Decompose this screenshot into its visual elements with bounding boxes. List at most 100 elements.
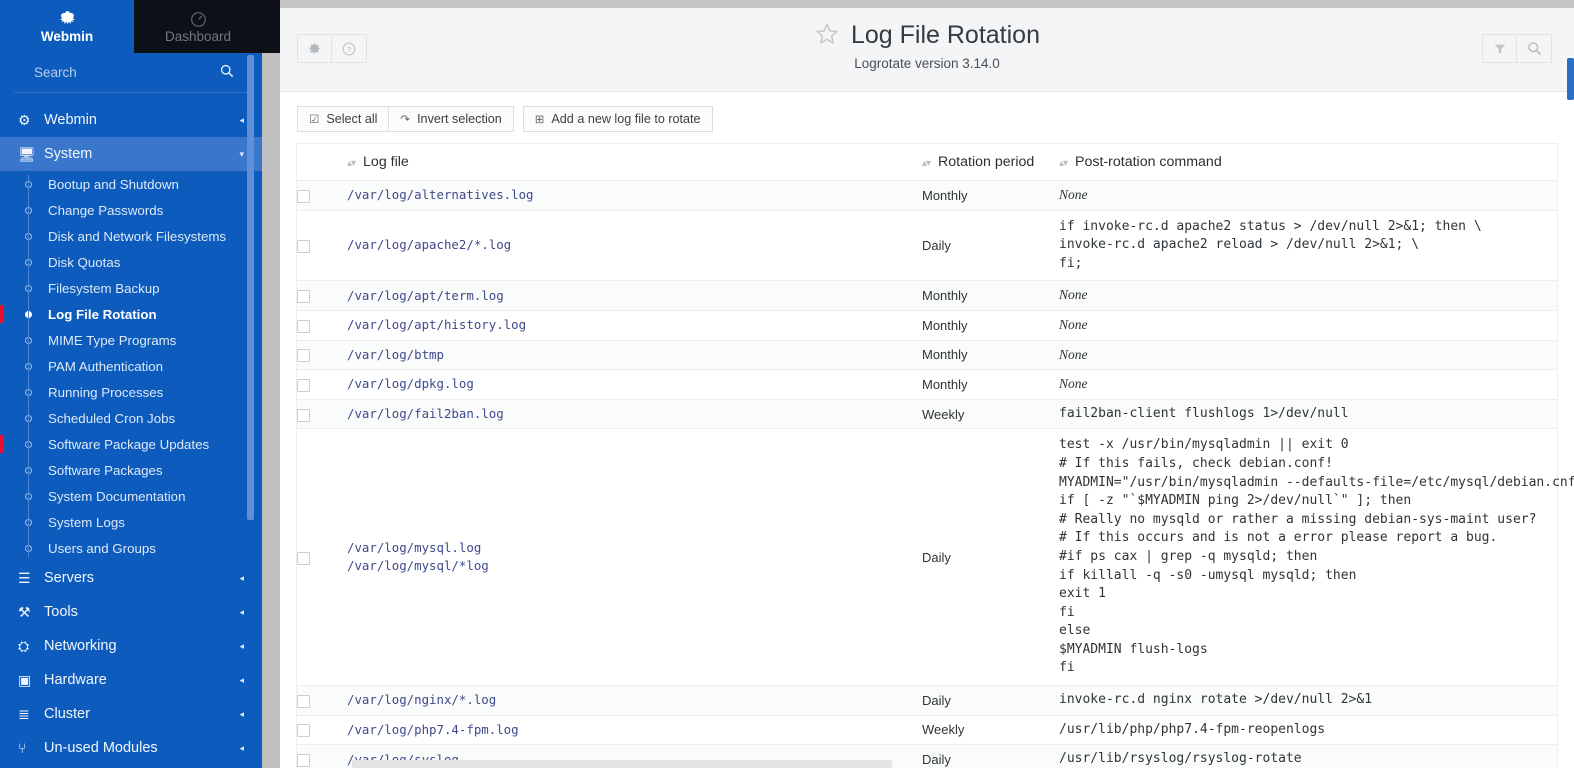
log-file-link[interactable]: /var/log/php7.4-fpm.log bbox=[347, 721, 922, 739]
rotation-period-cell: Monthly bbox=[922, 280, 1059, 311]
search-input[interactable] bbox=[34, 65, 220, 80]
row-checkbox[interactable] bbox=[297, 408, 310, 422]
log-file-link[interactable]: /var/log/btmp bbox=[347, 346, 922, 364]
log-file-link[interactable]: /var/log/dpkg.log bbox=[347, 375, 922, 393]
invert-selection-button[interactable]: ↷ Invert selection bbox=[388, 106, 514, 132]
log-file-link[interactable]: /var/log/fail2ban.log bbox=[347, 405, 922, 423]
sidebar-group-networking[interactable]: ⛭ Networking ◂ bbox=[0, 629, 262, 663]
table-row[interactable]: /var/log/btmp Monthly None bbox=[297, 340, 1557, 371]
sidebar-item-system-documentation[interactable]: System Documentation bbox=[0, 483, 262, 509]
sidebar-item-users-and-groups[interactable]: Users and Groups bbox=[0, 535, 262, 561]
select-all-button[interactable]: ☑ Select all bbox=[297, 106, 390, 132]
column-header-log-file[interactable]: ▴▾ Log file bbox=[347, 144, 922, 181]
log-file-link[interactable]: /var/log/apt/history.log bbox=[347, 316, 922, 334]
chevron-left-icon: ◂ bbox=[239, 606, 244, 617]
sidebar-item-label: Log File Rotation bbox=[48, 306, 157, 322]
row-checkbox[interactable] bbox=[297, 754, 310, 768]
sidebar-scrollbar-thumb[interactable] bbox=[247, 55, 254, 520]
sidebar-item-label: Filesystem Backup bbox=[48, 280, 160, 296]
speedometer-icon bbox=[190, 11, 207, 28]
log-file-link[interactable]: /var/log/apt/term.log bbox=[347, 287, 922, 305]
sidebar-item-marker bbox=[0, 305, 4, 323]
row-checkbox[interactable] bbox=[297, 349, 310, 363]
sidebar-item-label: Disk Quotas bbox=[48, 254, 121, 270]
row-checkbox[interactable] bbox=[297, 551, 310, 565]
row-checkbox[interactable] bbox=[297, 290, 310, 304]
select-all-label: Select all bbox=[326, 112, 378, 126]
filter-button[interactable] bbox=[1482, 34, 1517, 63]
sidebar-item-filesystem-backup[interactable]: Filesystem Backup bbox=[0, 275, 262, 301]
log-file-link[interactable]: /var/log/apache2/*.log bbox=[347, 236, 922, 254]
rotation-period-cell: Weekly bbox=[922, 715, 1059, 746]
sidebar-item-log-file-rotation[interactable]: Log File Rotation bbox=[0, 301, 262, 327]
sidebar-item-label: Running Processes bbox=[48, 384, 164, 400]
table-row[interactable]: /var/log/fail2ban.log Weekly fail2ban-clie… bbox=[297, 399, 1557, 430]
column-header-log-file-label: Log file bbox=[363, 154, 409, 170]
search-icon[interactable] bbox=[220, 64, 234, 81]
sidebar-item-mime-type-programs[interactable]: MIME Type Programs bbox=[0, 327, 262, 353]
sidebar-group-system[interactable]: 🖥 System ▾ bbox=[0, 137, 262, 171]
sidebar-item-disk-and-network-filesystems[interactable]: Disk and Network Filesystems bbox=[0, 223, 262, 249]
table-row[interactable]: /var/log/mysql.log/var/log/mysql/*log Dai… bbox=[297, 428, 1574, 687]
row-checkbox[interactable] bbox=[297, 189, 310, 203]
table-row[interactable]: /var/log/nginx/*.log Daily invoke-rc.d ngi… bbox=[297, 685, 1557, 716]
sidebar-item-software-packages[interactable]: Software Packages bbox=[0, 457, 262, 483]
sidebar-group-tools[interactable]: ⚒ Tools ◂ bbox=[0, 595, 262, 629]
main-horizontal-scrollbar-thumb[interactable] bbox=[352, 760, 892, 768]
table-row[interactable]: /var/log/php7.4-fpm.log Weekly/usr/lib/ph… bbox=[297, 715, 1557, 746]
sidebar-item-software-package-updates[interactable]: Software Package Updates bbox=[0, 431, 262, 457]
log-file-link[interactable]: /var/log/mysql/*log bbox=[347, 557, 922, 575]
add-new-log-file-button[interactable]: ⊞ Add a new log file to rotate bbox=[522, 106, 713, 132]
row-checkbox[interactable] bbox=[297, 724, 310, 738]
sidebar-item-system-logs[interactable]: System Logs bbox=[0, 509, 262, 535]
sidebar-item-label: Disk and Network Filesystems bbox=[48, 228, 227, 244]
column-header-post-rotation-command-label: Post-rotation command bbox=[1075, 154, 1222, 170]
table-row[interactable]: /var/log/apache2/*.log Daily if invoke-rc.… bbox=[297, 210, 1557, 282]
search-button[interactable] bbox=[1517, 34, 1552, 63]
post-rotation-command-cell: None bbox=[1059, 280, 1557, 311]
sidebar-group-webmin[interactable]: ⚙ Webmin ◂ bbox=[0, 103, 262, 137]
row-checkbox[interactable] bbox=[297, 378, 310, 392]
table-row[interactable]: /var/log/dpkg.log Monthly None bbox=[297, 369, 1557, 400]
sidebar-item-scheduled-cron-jobs[interactable]: Scheduled Cron Jobs bbox=[0, 405, 262, 431]
row-checkbox[interactable] bbox=[297, 694, 310, 708]
table-row[interactable]: /var/log/apt/term.log Monthly None bbox=[297, 280, 1557, 311]
sidebar-item-disk-quotas[interactable]: Disk Quotas bbox=[0, 249, 262, 275]
chevron-left-icon: ◂ bbox=[239, 640, 244, 651]
sidebar-bottom-groups: ☰ Servers ◂ ⚒ Tools ◂ ⛭ Networking ◂ ▣ Hardware ◂ ≣ C… bbox=[0, 561, 262, 765]
page-title-block: Log File Rotation Logrotate version 3.14… bbox=[280, 8, 1574, 71]
brand-webmin[interactable]: Webmin bbox=[0, 0, 134, 53]
sidebar-item-running-processes[interactable]: Running Processes bbox=[0, 379, 262, 405]
webmin-logo-icon bbox=[58, 11, 77, 28]
sidebar-item-bootup-and-shutdown[interactable]: Bootup and Shutdown bbox=[0, 171, 262, 197]
module-config-button[interactable] bbox=[297, 34, 332, 63]
module-help-button[interactable]: ? bbox=[332, 34, 367, 63]
column-header-post-rotation-command[interactable]: ▴▾ Post-rotation command bbox=[1059, 144, 1557, 181]
log-file-link[interactable]: /var/log/alternatives.log bbox=[347, 186, 922, 204]
sidebar-group-servers[interactable]: ☰ Servers ◂ bbox=[0, 561, 262, 595]
sidebar-group-hardware[interactable]: ▣ Hardware ◂ bbox=[0, 663, 262, 697]
log-file-link[interactable]: /var/log/mysql.log bbox=[347, 539, 922, 557]
row-checkbox[interactable] bbox=[297, 319, 310, 333]
sidebar-group-cluster[interactable]: ≣ Cluster ◂ bbox=[0, 697, 262, 731]
chevron-left-icon: ◂ bbox=[239, 114, 244, 125]
sidebar-item-change-passwords[interactable]: Change Passwords bbox=[0, 197, 262, 223]
table-row[interactable]: /var/log/alternatives.log Monthly None bbox=[297, 180, 1557, 211]
row-checkbox[interactable] bbox=[297, 240, 310, 254]
column-header-rotation-period[interactable]: ▴▾ Rotation period bbox=[922, 144, 1059, 181]
sidebar-item-pam-authentication[interactable]: PAM Authentication bbox=[0, 353, 262, 379]
log-file-cell: /var/log/mysql.log/var/log/mysql/*log bbox=[347, 428, 922, 687]
sort-icon: ▴▾ bbox=[922, 158, 931, 169]
star-outline-icon[interactable] bbox=[814, 21, 840, 51]
sidebar-group-un-used-modules[interactable]: ⑂ Un-used Modules ◂ bbox=[0, 731, 262, 765]
log-file-link[interactable]: /var/log/nginx/*.log bbox=[347, 691, 922, 709]
table-row[interactable]: /var/log/apt/history.log Monthly None bbox=[297, 310, 1557, 341]
brand-dashboard[interactable]: Dashboard bbox=[134, 0, 262, 53]
sidebar-nav: ⚙ Webmin ◂ 🖥 System ▾ Bootup and Shutdow… bbox=[0, 93, 262, 765]
wrench-icon: ⚒ bbox=[18, 603, 31, 620]
sidebar-search[interactable] bbox=[14, 53, 252, 93]
row-checkbox-cell bbox=[297, 685, 347, 716]
log-table-body: /var/log/alternatives.log Monthly None/var… bbox=[297, 180, 1574, 768]
sidebar-group-label: Un-used Modules bbox=[44, 740, 158, 756]
main-vertical-scrollbar-thumb[interactable] bbox=[1567, 58, 1574, 100]
